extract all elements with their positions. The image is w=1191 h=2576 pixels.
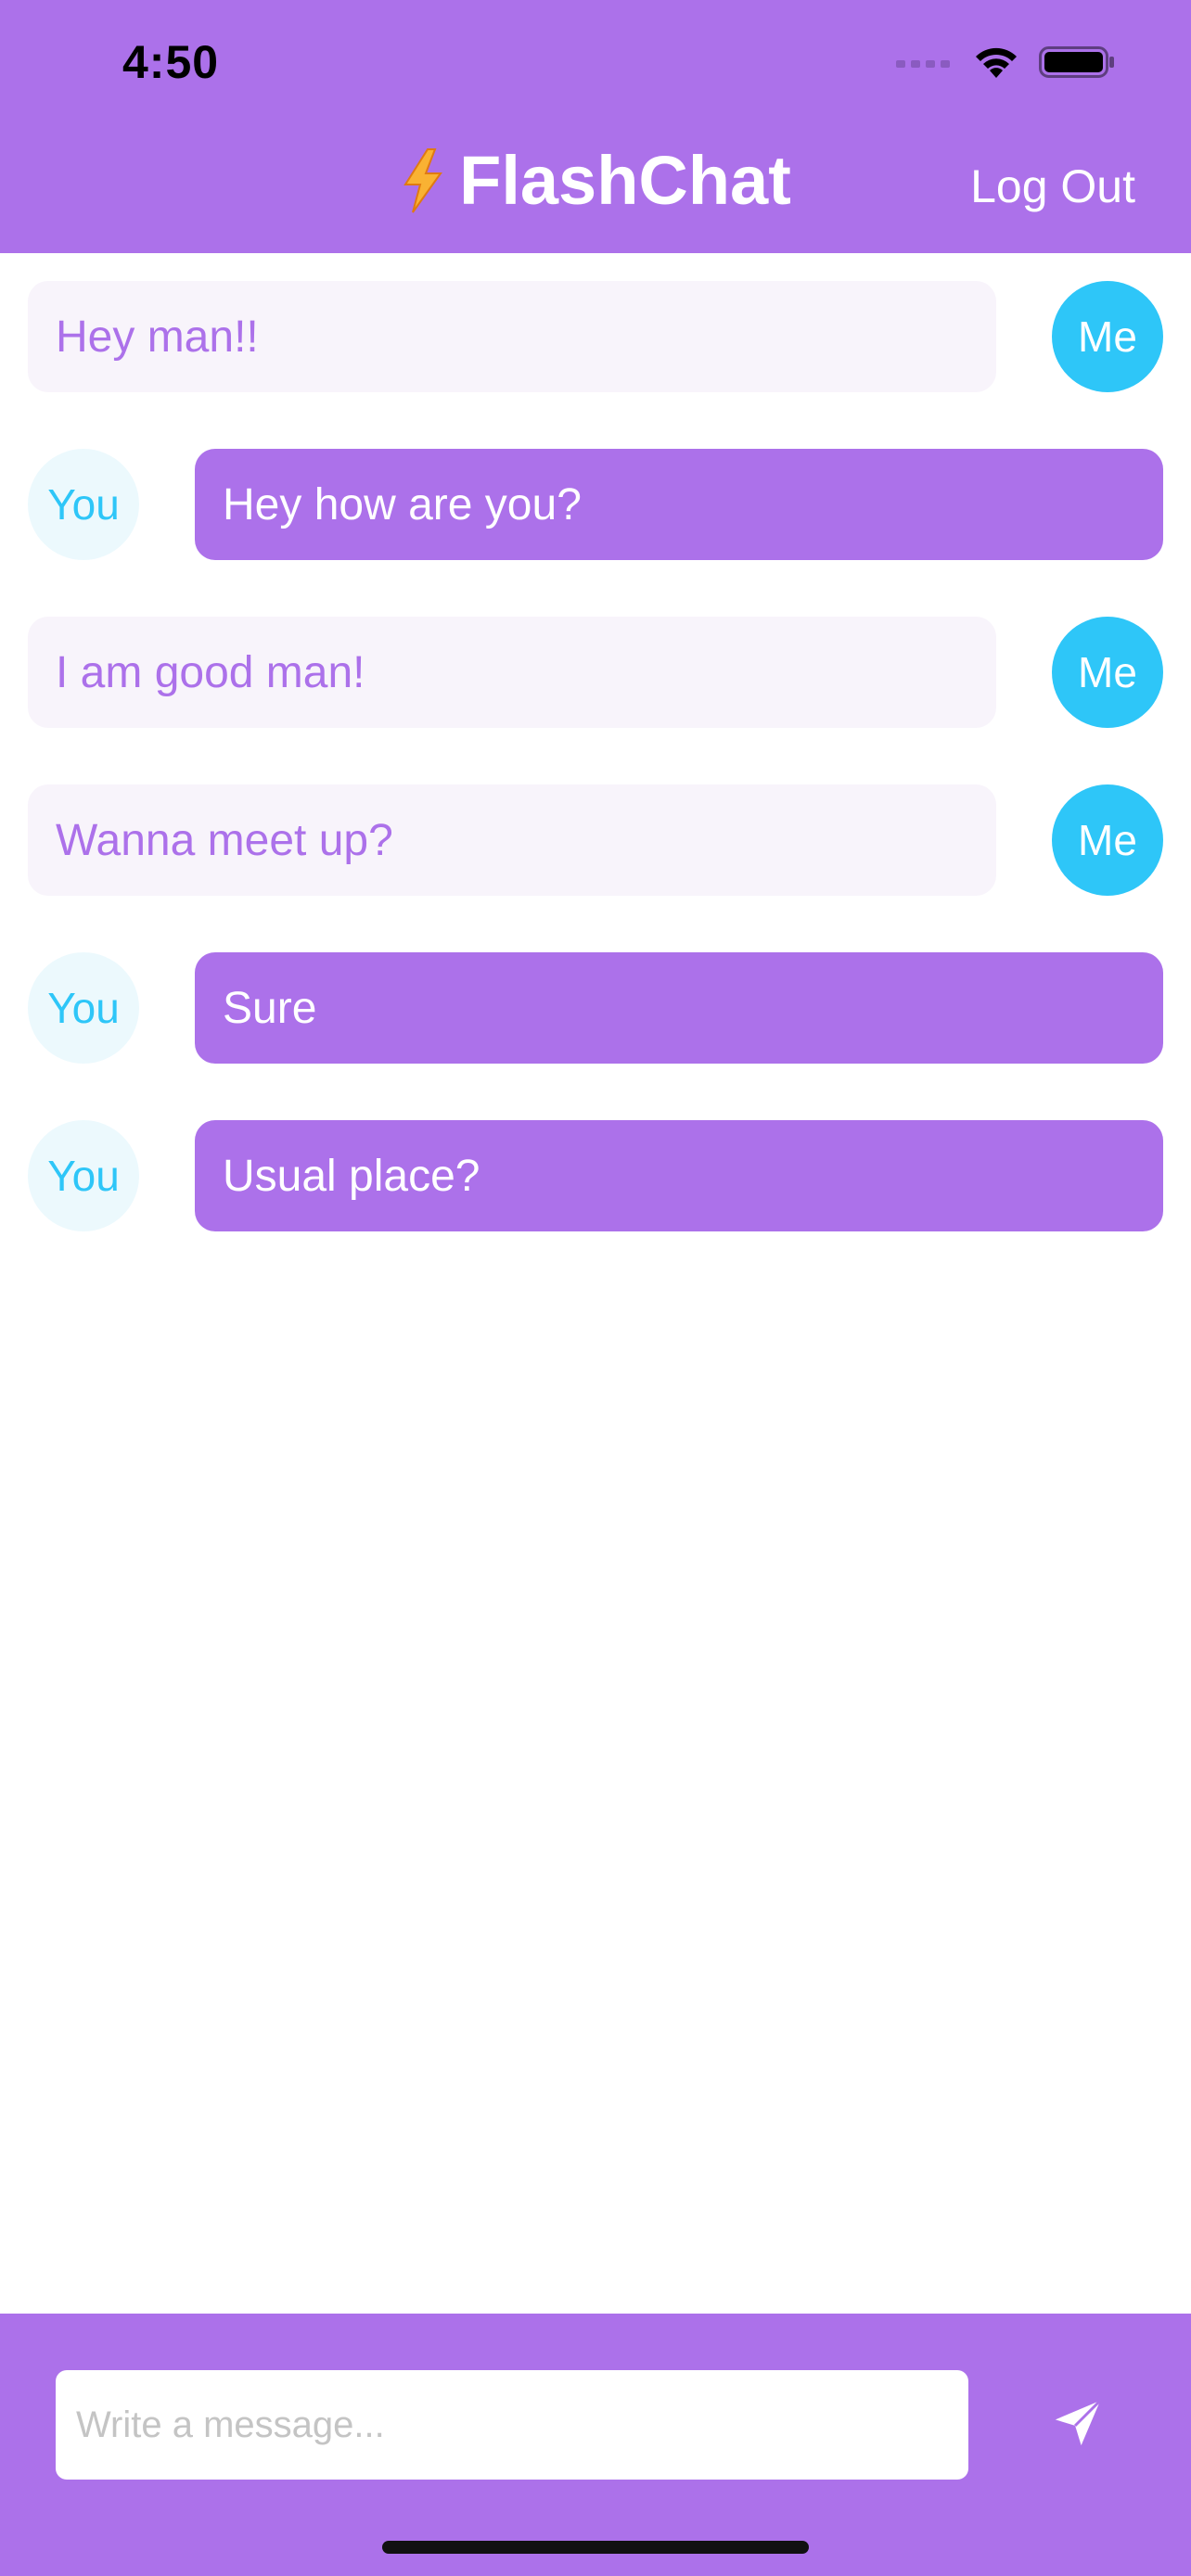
message-bubble-you: Hey how are you? (195, 449, 1163, 560)
message-input[interactable] (56, 2370, 968, 2480)
message-row: You Usual place? (0, 1120, 1191, 1231)
cellular-signal-icon (896, 60, 950, 68)
avatar-me: Me (1052, 617, 1163, 728)
lightning-bolt-icon (403, 147, 443, 213)
avatar-me: Me (1052, 281, 1163, 392)
message-row: You Hey how are you? (0, 449, 1191, 560)
message-bubble-you: Sure (195, 952, 1163, 1064)
avatar-you: You (28, 952, 139, 1064)
message-bubble-me: I am good man! (28, 617, 996, 728)
avatar-you: You (28, 449, 139, 560)
chat-screen: 4:50 FlashChat Log Out Hey man!! Me You … (0, 0, 1191, 2576)
app-title-text: FlashChat (459, 142, 791, 219)
message-row: I am good man! Me (0, 617, 1191, 728)
send-button[interactable] (1048, 2393, 1108, 2453)
message-bubble-you: Usual place? (195, 1120, 1163, 1231)
home-indicator (382, 2541, 809, 2554)
wifi-icon (976, 47, 1017, 78)
avatar-you: You (28, 1120, 139, 1231)
message-list: Hey man!! Me You Hey how are you? I am g… (0, 253, 1191, 2314)
status-icons (896, 45, 1115, 80)
message-bubble-me: Hey man!! (28, 281, 996, 392)
status-time: 4:50 (122, 36, 220, 88)
logout-button[interactable]: Log Out (970, 159, 1135, 213)
send-icon (1055, 2399, 1102, 2446)
message-row: Hey man!! Me (0, 281, 1191, 392)
message-composer (0, 2314, 1191, 2576)
avatar-me: Me (1052, 784, 1163, 896)
message-bubble-me: Wanna meet up? (28, 784, 996, 896)
header: 4:50 FlashChat Log Out (0, 0, 1191, 253)
message-row: You Sure (0, 952, 1191, 1064)
message-row: Wanna meet up? Me (0, 784, 1191, 896)
battery-icon (1039, 46, 1114, 78)
